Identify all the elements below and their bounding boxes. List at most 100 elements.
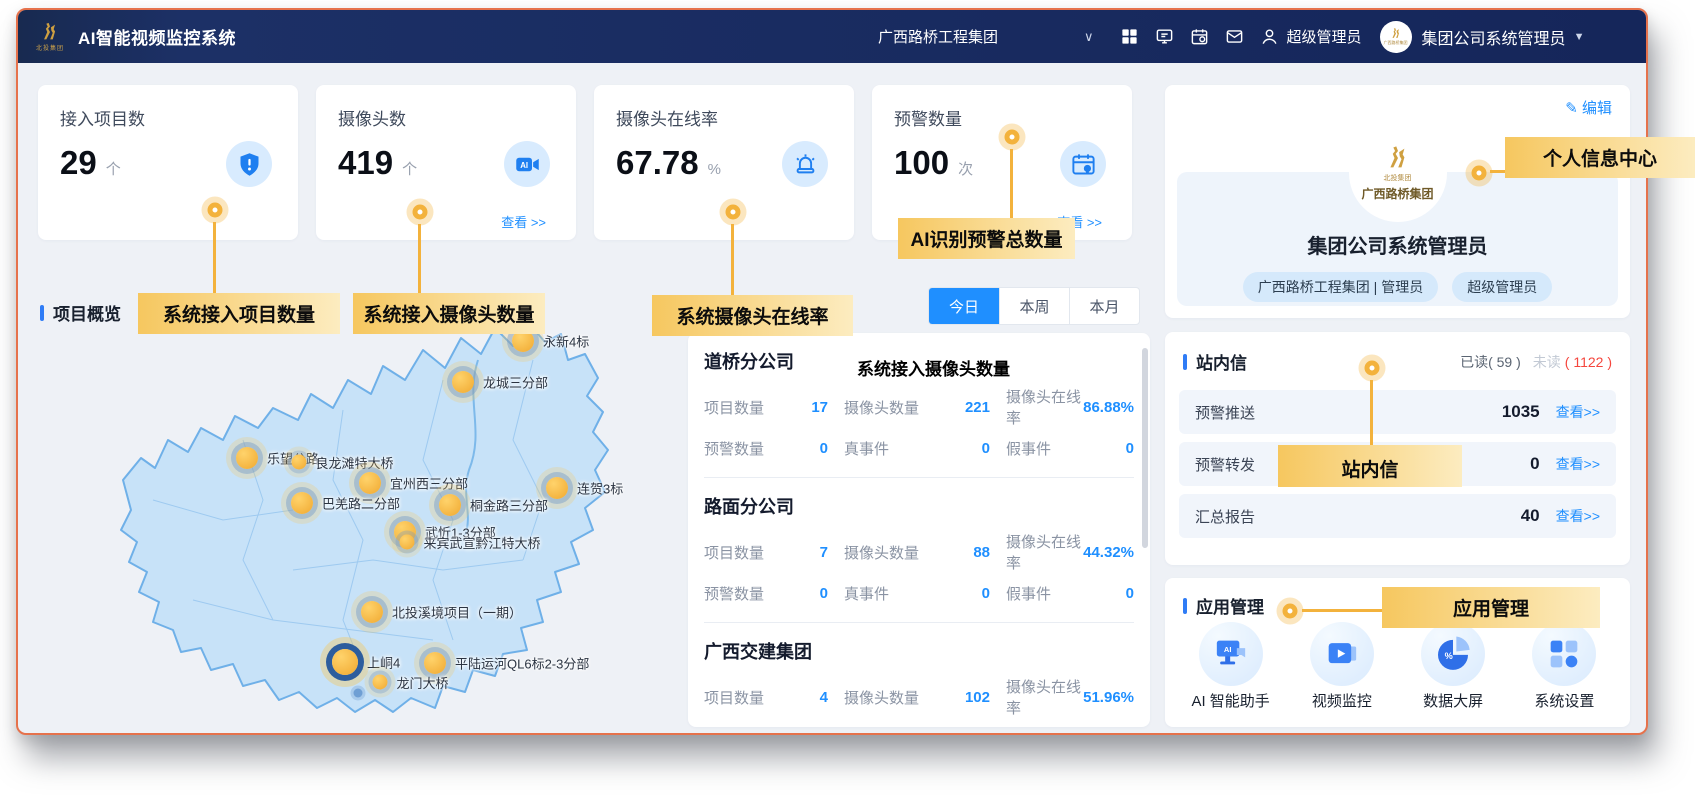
stat-cell: 假事件0 xyxy=(1006,583,1134,604)
profile-card: ✎ 编辑 北投集团 广西路桥集团 集团公司系统管理员 广西路桥工程集团 | 管理… xyxy=(1165,85,1630,318)
title-bar-accent xyxy=(1183,598,1187,614)
callout-project-count: 系统接入项目数量 xyxy=(138,293,340,334)
view-link[interactable]: 查看>> xyxy=(1556,454,1600,474)
tab-今日[interactable]: 今日 xyxy=(929,288,999,324)
marker-label: 桐金路三分部 xyxy=(470,496,548,515)
list-scrollbar[interactable] xyxy=(1142,348,1148,548)
app-shortcut-label: 系统设置 xyxy=(1534,690,1594,711)
app-shortcut-系统设置[interactable]: 系统设置 xyxy=(1509,622,1620,711)
stat-cell-label: 真事件 xyxy=(844,583,889,604)
stat-cell-label: 真事件 xyxy=(844,438,889,459)
time-range-tabs: 今日本周本月 xyxy=(928,287,1140,325)
app-shortcut-label: 数据大屏 xyxy=(1423,690,1483,711)
profile-badge: 广西路桥工程集团 | 管理员 xyxy=(1243,272,1438,302)
tab-本月[interactable]: 本月 xyxy=(1069,288,1139,324)
title-bar-accent xyxy=(1183,354,1187,370)
callout-profile-center: 个人信息中心 xyxy=(1505,137,1695,178)
app-shortcut-label: AI 智能助手 xyxy=(1191,690,1269,711)
map-marker-连贺3标[interactable]: 连贺3标 xyxy=(546,477,568,499)
marker-label: 龙城三分部 xyxy=(483,373,548,392)
video-monitor-icon xyxy=(1310,622,1374,686)
annotation-line xyxy=(1370,380,1373,445)
map-marker-巴羌路二分部[interactable]: 巴羌路二分部 xyxy=(291,492,313,514)
stat-cell: 摄像头在线率51.96% xyxy=(1006,676,1134,718)
map-marker-平陆运河QL6标2-3分部[interactable]: 平陆运河QL6标2-3分部 xyxy=(424,652,446,674)
stat-cell-value: 0 xyxy=(982,585,990,602)
annotation-line xyxy=(1010,149,1013,218)
company-block-路面分公司: 路面分公司项目数量7摄像头数量88摄像头在线率44.32%预警数量0真事件0假事… xyxy=(704,478,1134,623)
stat-cell-label: 预警数量 xyxy=(704,583,764,604)
app-shortcut-视频监控[interactable]: 视频监控 xyxy=(1286,622,1397,711)
stat-cell-value: 0 xyxy=(820,440,828,457)
site-message-header: 站内信 已读( 59 ) 未读 ( 1122 ) xyxy=(1165,332,1630,382)
message-row-预警推送: 预警推送1035 查看>> xyxy=(1179,390,1616,434)
org-logo-text: 广西路桥集团 xyxy=(1361,185,1433,202)
marker-label: 平陆运河QL6标2-3分部 xyxy=(455,654,589,673)
org-logo-avatar: 北投集团 广西路桥集团 xyxy=(1349,124,1447,222)
stat-cell-label: 摄像头数量 xyxy=(844,397,919,418)
annotation-line xyxy=(213,222,216,293)
message-row-汇总报告: 汇总报告40查看>> xyxy=(1179,494,1616,538)
site-message-title: 站内信 xyxy=(1183,349,1460,374)
map-marker-乐望公路[interactable]: 乐望公路 xyxy=(236,447,258,469)
stat-cell-label: 摄像头数量 xyxy=(844,542,919,563)
app-shortcut-数据大屏[interactable]: % 数据大屏 xyxy=(1398,622,1509,711)
edit-profile-button[interactable]: ✎ 编辑 xyxy=(1565,97,1612,118)
message-count: 40 xyxy=(1521,506,1540,526)
annotation-ring-message xyxy=(1365,361,1380,376)
stat-cell-label: 假事件 xyxy=(1006,583,1051,604)
stat-cell: 真事件 0 xyxy=(844,438,990,459)
message-count: 1035 xyxy=(1502,402,1540,422)
map-marker-上峒4[interactable]: 上峒4 xyxy=(332,649,358,675)
map-marker-龙城三分部[interactable]: 龙城三分部 xyxy=(452,371,474,393)
read-count[interactable]: 已读( 59 ) xyxy=(1460,352,1521,372)
stat-cell-value: 0 xyxy=(982,440,990,457)
message-count: 0 xyxy=(1530,454,1539,474)
data-screen-icon: % xyxy=(1421,622,1485,686)
view-link[interactable]: 查看>> xyxy=(1556,506,1600,526)
map-marker-桐金路三分部[interactable]: 桐金路三分部 xyxy=(439,494,461,516)
app-shortcut-row: AI AI 智能助手 视频监控% 数据大屏 系统设置 xyxy=(1165,622,1630,711)
map-marker-北投溪境项目（一期）[interactable]: 北投溪境项目（一期） xyxy=(361,601,383,623)
message-label: 预警推送 xyxy=(1195,402,1502,423)
marker-label: 上峒4 xyxy=(367,653,400,672)
callout-site-message: 站内信 xyxy=(1278,445,1462,487)
app-shortcut-AI 智能助手[interactable]: AI AI 智能助手 xyxy=(1175,622,1286,711)
stat-cell-value: 7 xyxy=(820,544,828,561)
marker-label: 巴羌路二分部 xyxy=(322,494,400,513)
stat-cell-label: 项目数量 xyxy=(704,397,764,418)
svg-text:AI: AI xyxy=(1224,645,1232,654)
view-link[interactable]: 查看>> xyxy=(1556,402,1600,422)
annotation-ring-camera xyxy=(413,205,428,220)
stat-cell-label: 摄像头在线率 xyxy=(1006,676,1083,718)
stat-cell: 摄像头在线率86.88% xyxy=(1006,386,1134,428)
stat-cell-value: 221 xyxy=(965,399,990,416)
callout-camera-count: 系统接入摄像头数量 xyxy=(353,293,545,334)
screenshot-stage: 北投集团 AI智能视频监控系统 广西路桥工程集团 ∨ 超级管理员 广西路桥集团 … xyxy=(0,0,1696,805)
stat-cell-label: 摄像头数量 xyxy=(844,687,919,708)
tab-本周[interactable]: 本周 xyxy=(999,288,1069,324)
stat-cell: 真事件 0 xyxy=(844,583,990,604)
callout-app-manage: 应用管理 xyxy=(1382,587,1600,628)
map-marker-来宾武宣黔江特大桥[interactable]: 来宾武宣黔江特大桥 xyxy=(400,535,415,550)
org-logo-subtext: 北投集团 xyxy=(1384,173,1412,183)
map-pin-icon[interactable] xyxy=(354,689,363,698)
stat-cell: 摄像头数量 221 xyxy=(844,386,990,428)
marker-label: 良龙滩特大桥 xyxy=(316,453,394,472)
map-marker-龙门大桥[interactable]: 龙门大桥 xyxy=(373,675,388,690)
stat-cell-value: 0 xyxy=(820,585,828,602)
org-logo-icon xyxy=(1383,144,1413,172)
annotation-line xyxy=(418,224,421,293)
app-management-title: 应用管理 xyxy=(1196,593,1264,618)
app-shortcut-label: 视频监控 xyxy=(1312,690,1372,711)
map-marker-宜州西三分部[interactable]: 宜州西三分部 xyxy=(359,472,381,494)
system-settings-icon xyxy=(1532,622,1596,686)
svg-text:%: % xyxy=(1445,651,1453,661)
annotation-ring-project xyxy=(208,203,223,218)
map-marker-良龙滩特大桥[interactable]: 良龙滩特大桥 xyxy=(292,455,307,470)
unread-label[interactable]: 未读 xyxy=(1533,352,1561,372)
stat-cell: 假事件0 xyxy=(1006,438,1134,459)
company-block-广西交建集团: 广西交建集团项目数量4摄像头数量102摄像头在线率51.96%预警数量112真事… xyxy=(704,623,1134,727)
stat-cell-value: 0 xyxy=(1126,440,1134,457)
unread-count[interactable]: ( 1122 ) xyxy=(1565,354,1612,370)
